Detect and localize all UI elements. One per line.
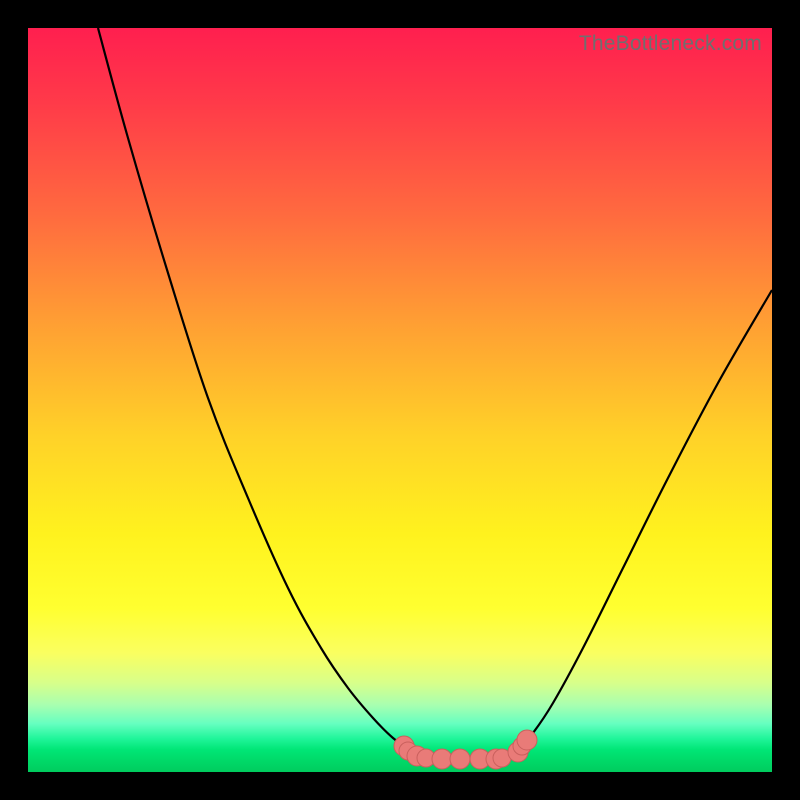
- marker-dots: [394, 730, 537, 769]
- marker-dot: [432, 749, 452, 769]
- outer-frame: TheBottleneck.com: [0, 0, 800, 800]
- curve-svg: [28, 28, 772, 772]
- marker-dot: [517, 730, 537, 750]
- bottleneck-curve: [98, 28, 772, 759]
- marker-dot: [450, 749, 470, 769]
- plot-area: TheBottleneck.com: [28, 28, 772, 772]
